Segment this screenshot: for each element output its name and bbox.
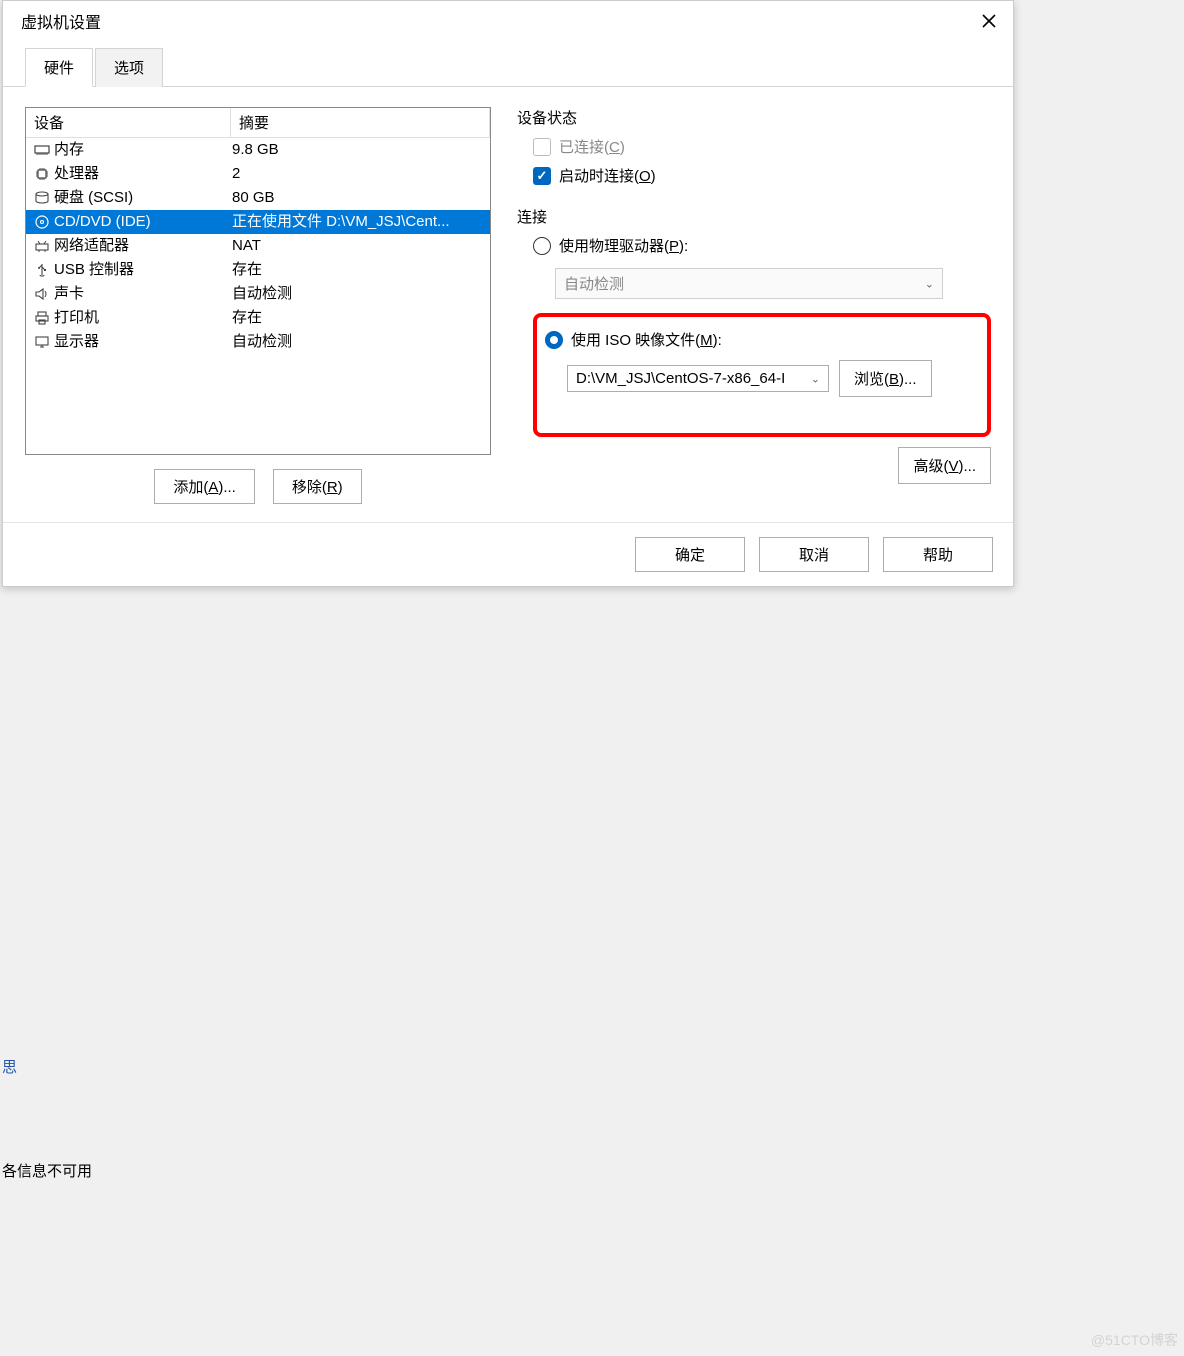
device-label: 显示器 [54, 330, 99, 354]
device-label: 声卡 [54, 282, 84, 306]
device-label: USB 控制器 [54, 258, 134, 282]
device-label: 硬盘 (SCSI) [54, 186, 133, 210]
advanced-row: 高级(V)... [533, 447, 991, 484]
add-button[interactable]: 添加(A)... [154, 469, 255, 504]
connected-checkbox [533, 138, 551, 156]
hardware-list-panel: 设备 摘要 内存 9.8 GB 处理器 2 硬盘 (SCSI) 80 GB [25, 107, 491, 504]
help-button[interactable]: 帮助 [883, 537, 993, 572]
device-label: 内存 [54, 138, 84, 162]
connection-group: 连接 使用物理驱动器(P): 自动检测 ⌄ 使用 ISO 映像文件(M): [515, 206, 991, 484]
connection-title: 连接 [515, 206, 991, 227]
device-summary: 9.8 GB [232, 138, 484, 162]
disk-icon [32, 189, 52, 207]
content: 设备 摘要 内存 9.8 GB 处理器 2 硬盘 (SCSI) 80 GB [3, 87, 1013, 522]
table-row[interactable]: 内存 9.8 GB [26, 138, 490, 162]
device-status-title: 设备状态 [515, 107, 991, 128]
sound-icon [32, 285, 52, 303]
device-summary: NAT [232, 234, 484, 258]
device-label: CD/DVD (IDE) [54, 210, 151, 234]
device-summary: 正在使用文件 D:\VM_JSJ\Cent... [232, 210, 484, 234]
bg-text-1: 思 [2, 1056, 17, 1077]
device-label: 处理器 [54, 162, 99, 186]
device-label: 打印机 [54, 306, 99, 330]
table-header: 设备 摘要 [26, 108, 490, 138]
table-row[interactable]: 声卡 自动检测 [26, 282, 490, 306]
chevron-down-icon: ⌄ [925, 277, 934, 290]
browse-button[interactable]: 浏览(B)... [839, 360, 932, 397]
header-device[interactable]: 设备 [26, 108, 231, 137]
iso-path-value: D:\VM_JSJ\CentOS-7-x86_64-I [576, 370, 785, 387]
device-summary: 80 GB [232, 186, 484, 210]
connect-at-poweron-row[interactable]: 启动时连接(O) [533, 165, 991, 186]
device-summary: 自动检测 [232, 282, 484, 306]
tab-hardware[interactable]: 硬件 [25, 48, 93, 87]
tabs: 硬件 选项 [3, 47, 1013, 87]
network-icon [32, 237, 52, 255]
physical-drive-select[interactable]: 自动检测 ⌄ [555, 268, 943, 299]
cancel-button[interactable]: 取消 [759, 537, 869, 572]
physical-drive-radio-row[interactable]: 使用物理驱动器(P): [533, 235, 991, 256]
device-summary: 存在 [232, 306, 484, 330]
device-summary: 自动检测 [232, 330, 484, 354]
watermark: @51CTO博客 [1091, 1330, 1178, 1350]
chevron-down-icon: ⌄ [811, 372, 820, 385]
connected-label: 已连接(C) [559, 136, 625, 157]
iso-path-select[interactable]: D:\VM_JSJ\CentOS-7-x86_64-I ⌄ [567, 365, 829, 392]
display-icon [32, 333, 52, 351]
device-status-group: 设备状态 已连接(C) 启动时连接(O) [515, 107, 991, 186]
bg-text-2: 各信息不可用 [2, 1160, 92, 1181]
physical-drive-radio [533, 237, 551, 255]
connect-at-poweron-checkbox [533, 167, 551, 185]
table-row[interactable]: 打印机 存在 [26, 306, 490, 330]
header-summary[interactable]: 摘要 [231, 108, 490, 137]
printer-icon [32, 309, 52, 327]
cd-icon [32, 213, 52, 231]
table-row[interactable]: 网络适配器 NAT [26, 234, 490, 258]
physical-drive-value: 自动检测 [564, 276, 624, 293]
table-row[interactable]: CD/DVD (IDE) 正在使用文件 D:\VM_JSJ\Cent... [26, 210, 490, 234]
close-icon [981, 13, 997, 29]
device-summary: 存在 [232, 258, 484, 282]
physical-drive-label: 使用物理驱动器(P): [559, 235, 688, 256]
tab-options[interactable]: 选项 [95, 48, 163, 87]
iso-row: D:\VM_JSJ\CentOS-7-x86_64-I ⌄ 浏览(B)... [567, 360, 979, 397]
iso-radio-row[interactable]: 使用 ISO 映像文件(M): [545, 329, 979, 350]
table-row[interactable]: 显示器 自动检测 [26, 330, 490, 354]
dialog-title: 虚拟机设置 [21, 9, 101, 33]
device-detail-panel: 设备状态 已连接(C) 启动时连接(O) 连接 [515, 107, 991, 504]
iso-highlight-box: 使用 ISO 映像文件(M): D:\VM_JSJ\CentOS-7-x86_6… [533, 313, 991, 437]
iso-radio [545, 331, 563, 349]
table-body: 内存 9.8 GB 处理器 2 硬盘 (SCSI) 80 GB CD/DVD (… [26, 138, 490, 354]
device-summary: 2 [232, 162, 484, 186]
table-row[interactable]: USB 控制器 存在 [26, 258, 490, 282]
iso-label: 使用 ISO 映像文件(M): [571, 329, 722, 350]
ok-button[interactable]: 确定 [635, 537, 745, 572]
table-row[interactable]: 硬盘 (SCSI) 80 GB [26, 186, 490, 210]
usb-icon [32, 261, 52, 279]
dialog-footer: 确定 取消 帮助 [3, 522, 1013, 586]
close-button[interactable] [977, 9, 1001, 33]
cpu-icon [32, 165, 52, 183]
connect-at-poweron-label: 启动时连接(O) [559, 165, 656, 186]
memory-icon [32, 141, 52, 159]
remove-button[interactable]: 移除(R) [273, 469, 362, 504]
device-table: 设备 摘要 内存 9.8 GB 处理器 2 硬盘 (SCSI) 80 GB [25, 107, 491, 455]
device-buttons: 添加(A)... 移除(R) [25, 469, 491, 504]
vm-settings-dialog: 虚拟机设置 硬件 选项 设备 摘要 内存 9.8 GB 处理器 [2, 0, 1014, 587]
advanced-button[interactable]: 高级(V)... [898, 447, 991, 484]
titlebar: 虚拟机设置 [3, 1, 1013, 39]
table-row[interactable]: 处理器 2 [26, 162, 490, 186]
connected-checkbox-row[interactable]: 已连接(C) [533, 136, 991, 157]
device-label: 网络适配器 [54, 234, 129, 258]
